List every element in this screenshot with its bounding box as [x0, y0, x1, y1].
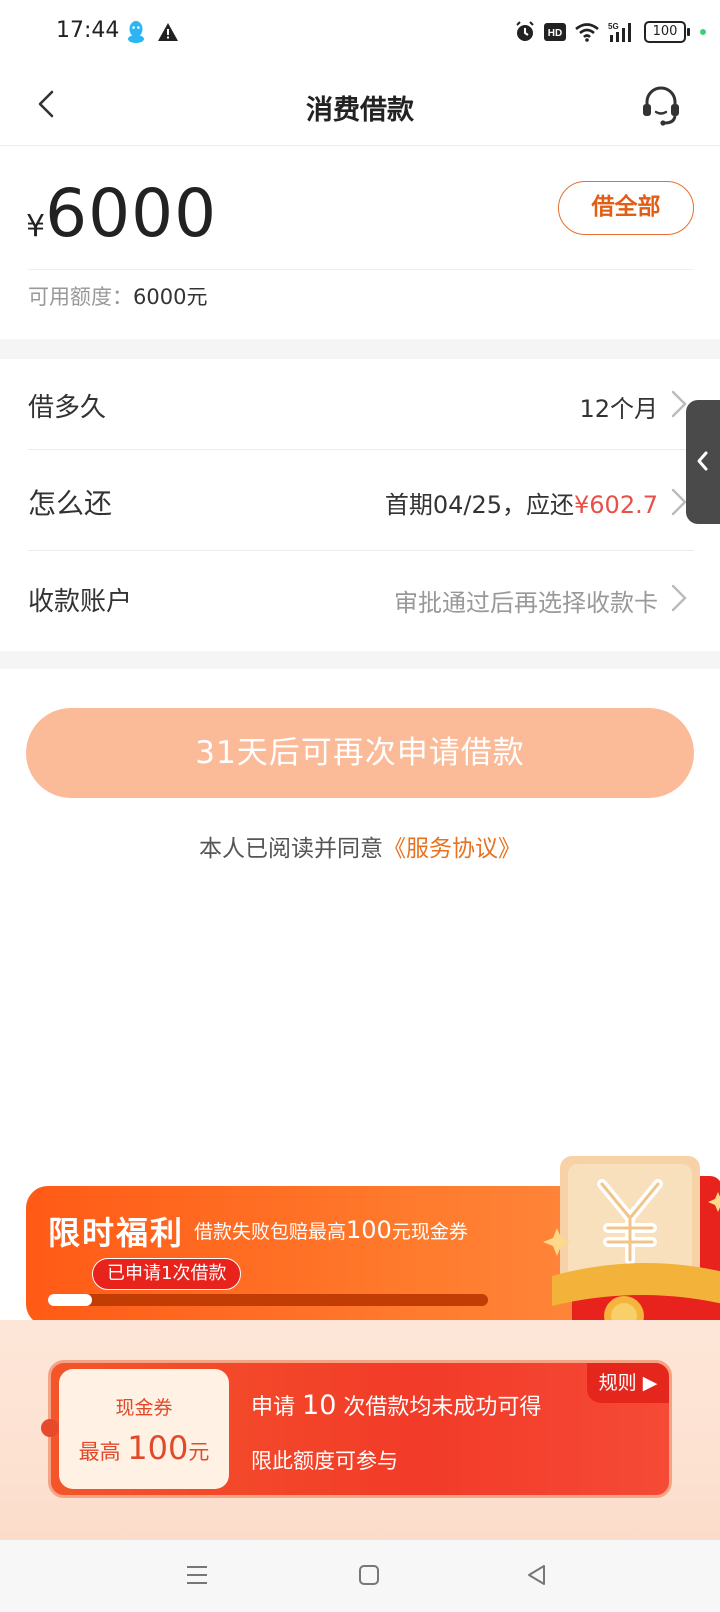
loan-amount[interactable]: ¥6000: [26, 175, 217, 252]
section-gap: [0, 651, 720, 669]
coupon-amount-prefix: 最高: [78, 1440, 121, 1464]
apply-loan-button[interactable]: 31天后可再次申请借款: [26, 708, 694, 798]
chevron-left-icon: [697, 451, 708, 471]
coupon-note: 限此额度可参与: [251, 1449, 398, 1473]
coupon-condition: 申请 10 次借款均未成功可得: [251, 1389, 541, 1421]
applied-count-badge: 已申请1次借款: [92, 1258, 242, 1290]
credit-label: 可用额度：: [28, 285, 133, 309]
5g-signal-icon: 5G: [608, 22, 631, 42]
term-row[interactable]: 借多久 12个月: [0, 359, 720, 449]
term-label: 借多久: [28, 393, 107, 423]
repayment-first-due: 首期04/25，应还: [384, 491, 575, 519]
svg-text:HD: HD: [548, 28, 562, 39]
repayment-label: 怎么还: [28, 487, 113, 520]
back-triangle-icon[interactable]: [524, 1562, 550, 1588]
section-gap: [0, 339, 720, 359]
borrow-all-button[interactable]: 借全部: [558, 181, 694, 235]
amount-section: ¥6000 借全部 可用额度：6000元: [0, 147, 720, 339]
coupon-value-block: 现金券 最高 100元: [59, 1369, 229, 1489]
coupon-condition-suffix: 次借款均未成功可得: [343, 1395, 542, 1420]
agreement-text: 本人已阅读并同意《服务协议》: [0, 829, 720, 863]
page-title: 消费借款: [306, 95, 414, 126]
loan-options: 借多久 12个月 怎么还 首期04/25，应还¥602.7 收款账户 审批通过后…: [0, 359, 720, 651]
promo-subtitle-prefix: 借款失败包赔最高: [194, 1221, 347, 1243]
promo-subtitle-amount: 100: [346, 1216, 392, 1244]
qq-icon: [128, 21, 144, 43]
red-packet-icon: [543, 1156, 720, 1346]
menu-icon[interactable]: [184, 1562, 210, 1588]
account-row[interactable]: 收款账户 审批通过后再选择收款卡: [0, 551, 720, 651]
credit-value: 6000元: [133, 285, 208, 309]
account-label: 收款账户: [28, 587, 133, 617]
promo-progress-fill: [48, 1294, 92, 1306]
status-dot: [700, 29, 706, 35]
currency-symbol: ¥: [26, 209, 46, 244]
service-agreement-link[interactable]: 《服务协议》: [383, 836, 521, 862]
promo-subtitle-suffix: 元现金券: [391, 1221, 468, 1243]
available-credit: 可用额度：6000元: [28, 281, 207, 311]
promo-title: 限时福利: [48, 1214, 185, 1252]
battery-indicator: 100: [644, 21, 690, 43]
coupon-condition-prefix: 申请: [251, 1395, 296, 1420]
headset-icon[interactable]: [638, 82, 684, 128]
agreement-prefix: 本人已阅读并同意: [199, 836, 383, 862]
term-value: 12个月: [579, 395, 658, 423]
hd-icon: HD: [544, 23, 566, 41]
amount-value: 6000: [45, 175, 218, 252]
coupon-notch: [41, 1419, 59, 1437]
side-float-tab[interactable]: [686, 400, 720, 524]
coupon-amount: 最高 100元: [59, 1429, 229, 1467]
wifi-icon: [575, 23, 599, 42]
promo-progress-bar: [48, 1294, 488, 1306]
cash-coupon-card[interactable]: 现金券 最高 100元 申请 10 次借款均未成功可得 限此额度可参与 规则 ▶: [41, 1360, 672, 1498]
home-icon[interactable]: [356, 1562, 382, 1588]
coupon-panel: 现金券 最高 100元 申请 10 次借款均未成功可得 限此额度可参与 规则 ▶: [0, 1320, 720, 1540]
coupon-amount-value: 100: [127, 1429, 189, 1467]
warning-icon: [158, 23, 178, 41]
promo-banner[interactable]: 限时福利 借款失败包赔最高100元现金券 已申请1次借款: [26, 1156, 720, 1346]
repayment-amount: ¥602.7: [574, 491, 658, 519]
promo-subtitle: 借款失败包赔最高100元现金券: [194, 1216, 468, 1244]
divider: [28, 269, 694, 270]
alarm-icon: [516, 21, 534, 41]
nav-bar: 消费借款: [0, 64, 720, 146]
status-bar: 17:44 HD 5G 100: [0, 0, 720, 64]
status-time: 17:44: [56, 18, 120, 43]
system-nav-bar: [0, 1540, 720, 1612]
rules-button[interactable]: 规则 ▶: [587, 1363, 669, 1403]
chevron-right-icon: [671, 584, 687, 612]
coupon-type: 现金券: [115, 1397, 173, 1419]
repayment-value: 首期04/25，应还¥602.7: [385, 485, 658, 520]
repayment-row[interactable]: 怎么还 首期04/25，应还¥602.7: [0, 450, 720, 550]
coupon-amount-suffix: 元: [188, 1440, 210, 1464]
coupon-condition-count: 10: [302, 1390, 337, 1421]
svg-text:5G: 5G: [608, 22, 619, 31]
account-value: 审批通过后再选择收款卡: [394, 589, 658, 617]
